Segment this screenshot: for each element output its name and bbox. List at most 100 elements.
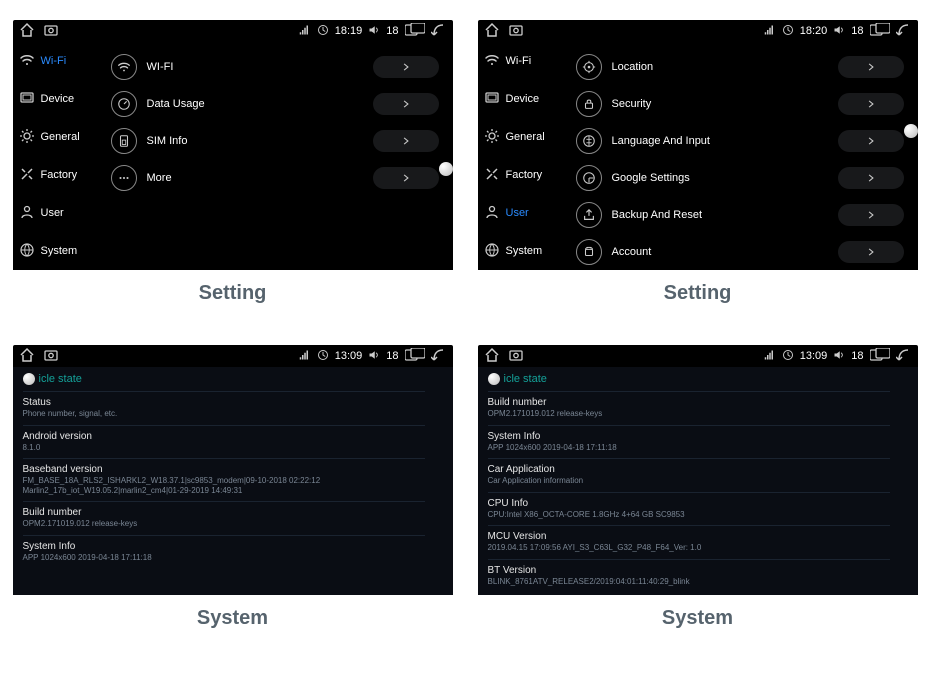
system-info-row[interactable]: BT Version BLINK_8761ATV_RELEASE2/2019:0… <box>488 559 890 593</box>
screenshot-caption: Setting <box>199 282 267 305</box>
system-info-row[interactable]: Build number OPM2.171019.012 release-key… <box>488 391 890 425</box>
system-info-row[interactable]: Baseband version FM_BASE_18A_RLS2_ISHARK… <box>23 458 425 501</box>
settings-row[interactable]: Language And Input <box>576 122 904 159</box>
home-icon[interactable] <box>484 22 500 41</box>
system-info-label: Status <box>23 396 425 409</box>
chevron-right-icon[interactable] <box>838 167 904 189</box>
camera-icon[interactable] <box>508 347 524 366</box>
sidebar-item-label: System <box>41 245 78 257</box>
gear-icon <box>19 128 35 147</box>
home-icon[interactable] <box>19 347 35 366</box>
settings-row-label: Language And Input <box>612 135 828 147</box>
sidebar-item-label: User <box>506 207 529 219</box>
chevron-right-icon[interactable] <box>838 130 904 152</box>
system-info-row[interactable]: System Info APP 1024x600 2019-04-18 17:1… <box>23 535 425 569</box>
status-time: 13:09 <box>335 350 363 362</box>
sidebar-item-wi-fi[interactable]: Wi-Fi <box>478 42 570 80</box>
home-icon[interactable] <box>484 347 500 366</box>
chevron-right-icon[interactable] <box>373 56 439 78</box>
home-icon[interactable] <box>19 22 35 41</box>
sidebar-item-device[interactable]: Device <box>13 80 105 118</box>
sidebar-item-label: User <box>41 207 64 219</box>
system-info-value: FM_BASE_18A_RLS2_ISHARKL2_W18.37.1|sc985… <box>23 476 425 495</box>
scrollbar-thumb[interactable] <box>439 162 453 176</box>
settings-row[interactable]: Security <box>576 85 904 122</box>
settings-row[interactable]: Account <box>576 233 904 270</box>
back-icon[interactable] <box>896 347 912 366</box>
sidebar-item-wi-fi[interactable]: Wi-Fi <box>13 42 105 80</box>
location-icon <box>576 54 602 80</box>
settings-row[interactable]: Data Usage <box>111 85 439 122</box>
signal-icon <box>299 349 311 364</box>
system-info-row[interactable]: CPU Info CPU:Intel X86_OCTA-CORE 1.8GHz … <box>488 492 890 526</box>
settings-row[interactable]: SIM Info <box>111 122 439 159</box>
camera-icon[interactable] <box>43 347 59 366</box>
camera-icon[interactable] <box>508 22 524 41</box>
settings-row[interactable]: Backup And Reset <box>576 196 904 233</box>
chevron-right-icon[interactable] <box>373 93 439 115</box>
system-info-label: Build number <box>488 396 890 409</box>
scrollbar-thumb[interactable] <box>488 373 500 385</box>
scrollbar-thumb[interactable] <box>904 124 918 138</box>
sidebar-item-device[interactable]: Device <box>478 80 570 118</box>
settings-row[interactable]: WI-FI <box>111 48 439 85</box>
sidebar-item-system[interactable]: System <box>13 232 105 270</box>
system-info-value: APP 1024x600 2019-04-18 17:11:18 <box>488 443 890 453</box>
chevron-right-icon[interactable] <box>838 93 904 115</box>
user-icon <box>484 204 500 223</box>
system-info-row[interactable]: System Info APP 1024x600 2019-04-18 17:1… <box>488 425 890 459</box>
camera-icon[interactable] <box>43 22 59 41</box>
system-info-row[interactable]: Build number OPM2.171019.012 release-key… <box>23 501 425 535</box>
page-title: icle state <box>39 373 82 385</box>
system-info-label: Car Application <box>488 463 890 476</box>
windows-icon[interactable] <box>405 23 425 40</box>
sidebar-item-user[interactable]: User <box>13 194 105 232</box>
backup-icon <box>576 202 602 228</box>
chevron-right-icon[interactable] <box>373 130 439 152</box>
sidebar-item-factory[interactable]: Factory <box>13 156 105 194</box>
chevron-right-icon[interactable] <box>373 167 439 189</box>
system-info-row[interactable]: MCU Version 2019.04.15 17:09:56 AYI_S3_C… <box>488 525 890 559</box>
device-screenshot: 18:19 18 Wi-Fi Device General Factory U <box>13 20 453 270</box>
back-icon[interactable] <box>431 22 447 41</box>
status-time: 13:09 <box>800 350 828 362</box>
back-icon[interactable] <box>431 347 447 366</box>
system-info-value: Car Application information <box>488 476 890 486</box>
sidebar-item-factory[interactable]: Factory <box>478 156 570 194</box>
system-info-row[interactable]: Car Application Car Application informat… <box>488 458 890 492</box>
settings-row-label: SIM Info <box>147 135 363 147</box>
sidebar-item-user[interactable]: User <box>478 194 570 232</box>
sidebar-item-system[interactable]: System <box>478 232 570 270</box>
settings-row-label: Account <box>612 246 828 258</box>
status-volume: 18 <box>386 350 398 362</box>
chevron-right-icon[interactable] <box>838 204 904 226</box>
windows-icon[interactable] <box>405 348 425 365</box>
windows-icon[interactable] <box>870 23 890 40</box>
sidebar-item-label: Factory <box>41 169 78 181</box>
back-icon[interactable] <box>896 22 912 41</box>
status-volume: 18 <box>386 25 398 37</box>
settings-row[interactable]: More <box>111 159 439 196</box>
tools-icon <box>19 166 35 185</box>
chevron-right-icon[interactable] <box>838 56 904 78</box>
scrollbar-thumb[interactable] <box>23 373 35 385</box>
system-info-row[interactable]: Status Phone number, signal, etc. <box>23 391 425 425</box>
settings-content: Location Security Language And Input <box>570 42 918 270</box>
system-info-label: BT Version <box>488 564 890 577</box>
sidebar-item-label: Device <box>506 93 540 105</box>
settings-row[interactable]: Google Settings <box>576 159 904 196</box>
windows-icon[interactable] <box>870 348 890 365</box>
status-time: 18:19 <box>335 25 363 37</box>
wifi-icon <box>111 54 137 80</box>
system-info-row[interactable]: Android version 8.1.0 <box>23 425 425 459</box>
sidebar-item-label: General <box>506 131 545 143</box>
sidebar-item-general[interactable]: General <box>478 118 570 156</box>
chevron-right-icon[interactable] <box>838 241 904 263</box>
sidebar-item-label: System <box>506 245 543 257</box>
sidebar-item-label: Factory <box>506 169 543 181</box>
status-bar: 13:09 18 <box>13 345 453 367</box>
settings-row-label: Backup And Reset <box>612 209 828 221</box>
lock-icon <box>576 91 602 117</box>
sidebar-item-general[interactable]: General <box>13 118 105 156</box>
settings-row[interactable]: Location <box>576 48 904 85</box>
